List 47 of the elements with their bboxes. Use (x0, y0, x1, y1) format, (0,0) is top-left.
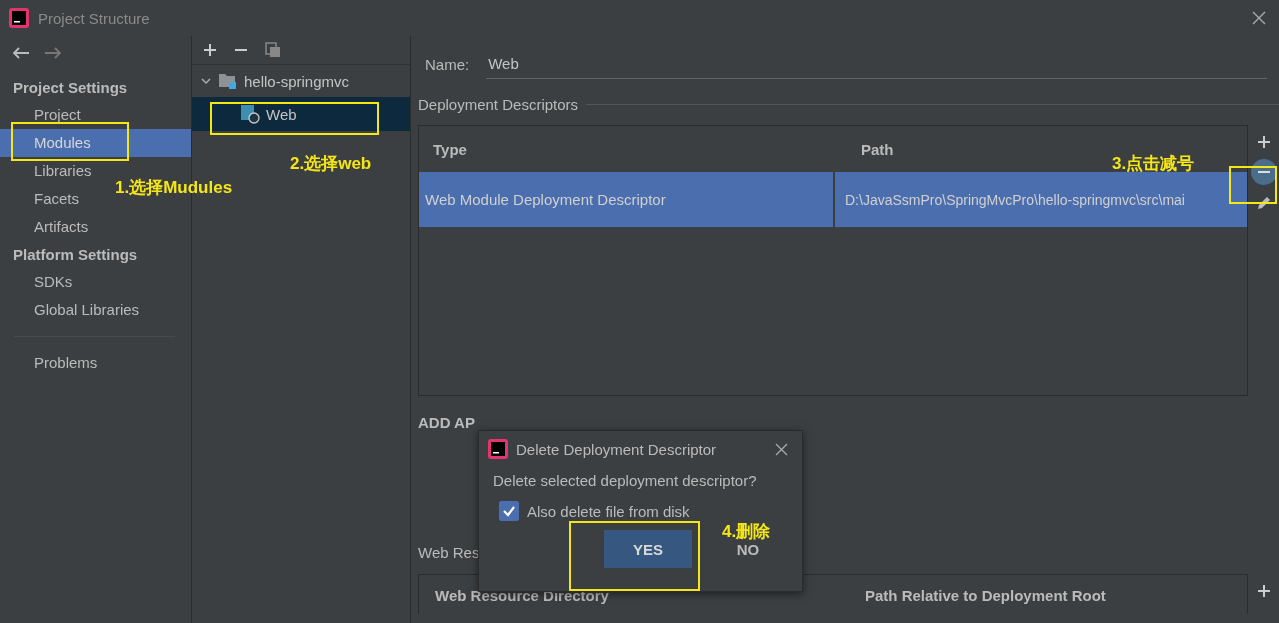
chevron-icon[interactable] (200, 75, 212, 87)
close-icon[interactable] (1252, 11, 1266, 25)
annotation-label: 3.点击减号 (1112, 153, 1195, 175)
add-icon[interactable] (203, 43, 217, 57)
name-label: Name: (425, 55, 470, 73)
add-icon[interactable] (1256, 584, 1271, 598)
sidebar-item[interactable]: Global Libraries (0, 296, 146, 324)
sidebar-item[interactable]: Problems (0, 349, 104, 377)
sidebar-item[interactable]: Modules (0, 129, 191, 157)
tree-item[interactable]: Web (266, 105, 297, 123)
name-field[interactable]: Web (486, 49, 1267, 79)
highlight-frame (1229, 166, 1277, 204)
remove-icon[interactable] (1250, 159, 1277, 185)
column-header[interactable]: Type (419, 140, 847, 158)
app-logo-icon (9, 8, 29, 28)
annotation-label: 1.选择Mudules (115, 177, 233, 199)
close-icon[interactable] (775, 442, 788, 456)
checkbox-label[interactable]: Also delete file from disk (527, 502, 690, 520)
back-arrow-icon[interactable] (12, 46, 30, 60)
sidebar-item[interactable]: SDKs (0, 268, 79, 296)
sidebar-item[interactable]: Libraries (0, 157, 98, 185)
section-heading: Platform Settings (12, 245, 139, 265)
annotation-label: 2.选择web (290, 153, 372, 175)
app-logo-icon (488, 439, 508, 459)
add-icon[interactable] (1256, 135, 1271, 149)
section-heading: Project Settings (12, 78, 129, 98)
edit-pencil-icon[interactable] (1255, 195, 1272, 211)
annotation-label: 4.删除 (722, 521, 771, 543)
dialog-button[interactable]: YES (604, 530, 692, 568)
copy-icon[interactable] (265, 42, 281, 58)
section-title: ADD AP (418, 414, 476, 433)
tree-item[interactable]: hello-springmvc (244, 72, 350, 90)
checkbox[interactable] (499, 501, 519, 521)
column-header[interactable]: Path Relative to Deployment Root (849, 587, 1247, 614)
checkmark-icon (502, 504, 516, 518)
dialog-message: Delete selected deployment descriptor? (492, 471, 758, 489)
window-title: Project Structure (38, 9, 151, 27)
web-module-icon (240, 104, 260, 124)
sidebar-item[interactable]: Project (0, 101, 87, 129)
sidebar-item[interactable]: Artifacts (0, 213, 95, 241)
folder-icon (218, 72, 238, 90)
table-cell: Web Module Deployment Descriptor (419, 172, 835, 227)
table-cell-text: D:\JavaSsmPro\SpringMvcPro\hello-springmvc\src\mai (844, 190, 1186, 210)
section-title: Web Res (418, 544, 480, 561)
section-title: Deployment Descriptors (418, 95, 579, 113)
dialog-title: Delete Deployment Descriptor (516, 440, 717, 458)
sidebar-item[interactable]: Facets (0, 185, 85, 213)
